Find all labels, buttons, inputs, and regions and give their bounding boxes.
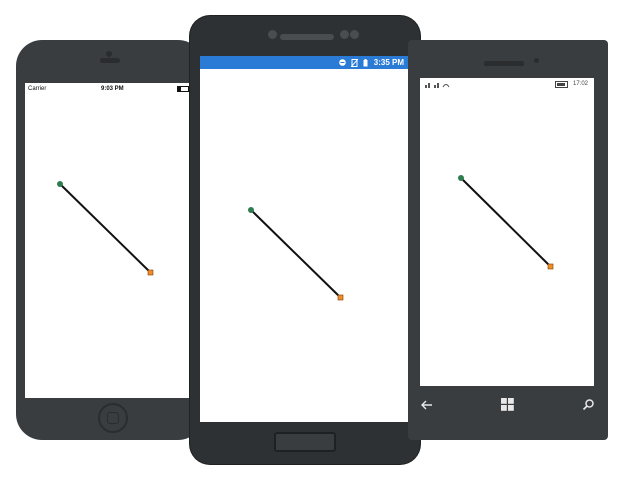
front-camera — [534, 58, 539, 63]
sensor-icon — [350, 30, 359, 39]
front-camera — [268, 30, 277, 39]
earpiece-speaker — [484, 61, 524, 66]
line-canvas[interactable] — [420, 78, 594, 386]
iphone-device: Carrier 9:03 PM — [16, 40, 204, 440]
drawn-line — [59, 183, 152, 274]
android-device: 3:35 PM — [190, 16, 420, 464]
home-button[interactable] — [98, 403, 128, 433]
line-canvas[interactable] — [200, 56, 410, 422]
line-canvas[interactable] — [25, 83, 195, 398]
iphone-screen: Carrier 9:03 PM — [25, 83, 195, 398]
earpiece-speaker — [280, 34, 334, 40]
line-end-handle — [147, 269, 154, 276]
front-camera — [106, 51, 112, 57]
line-start-handle — [248, 207, 254, 213]
drawn-line — [250, 209, 342, 299]
drawn-line — [460, 177, 552, 268]
android-screen: 3:35 PM — [200, 56, 410, 422]
search-icon[interactable] — [582, 398, 595, 414]
line-start-handle — [458, 175, 464, 181]
windows-phone-device: 17:02 — [408, 40, 608, 440]
back-icon[interactable] — [420, 398, 434, 415]
earpiece-speaker — [100, 58, 120, 63]
sensor-icon — [340, 30, 349, 39]
home-button[interactable] — [274, 432, 336, 452]
line-end-handle — [337, 294, 344, 301]
line-end-handle — [547, 263, 554, 270]
line-start-handle — [57, 181, 63, 187]
windows-logo-icon[interactable] — [501, 398, 514, 414]
windows-phone-screen: 17:02 — [420, 78, 594, 386]
